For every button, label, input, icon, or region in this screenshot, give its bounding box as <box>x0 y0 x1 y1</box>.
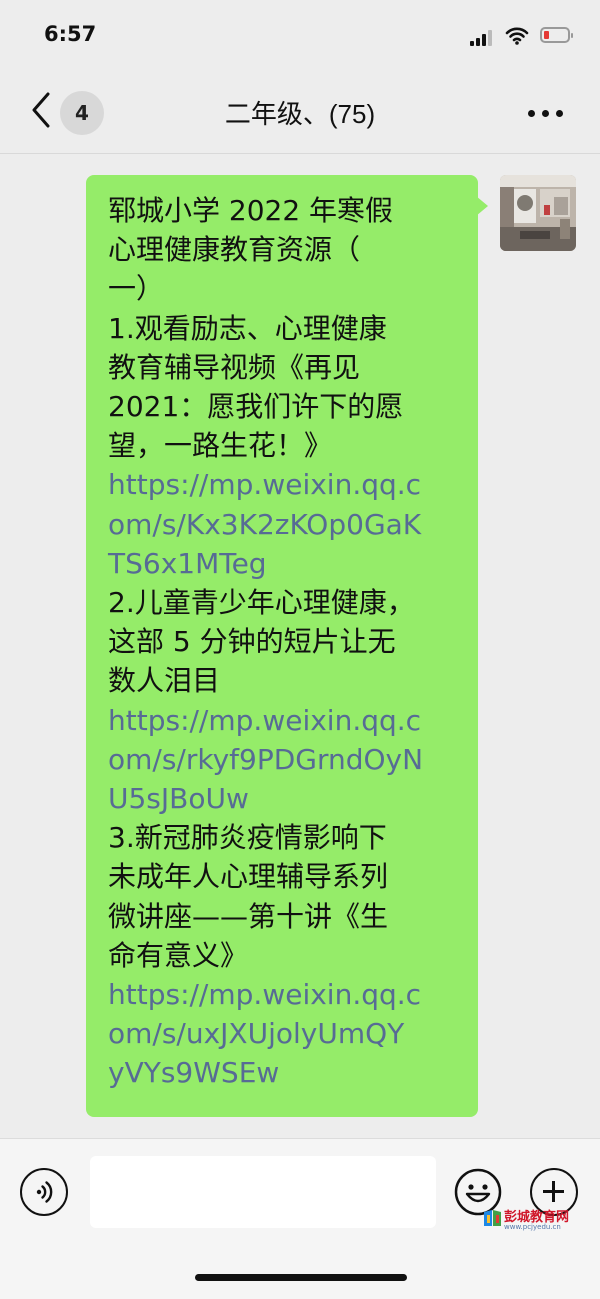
wifi-icon <box>505 26 529 46</box>
message-text-line: 数人泪目 <box>108 664 221 698</box>
book-logo-icon <box>484 1210 501 1226</box>
message-text-line: 命有意义》 <box>108 938 249 972</box>
message-link-line[interactable]: om/s/uxJXUjolyUmQY <box>108 1014 468 1053</box>
voice-icon <box>36 1181 53 1203</box>
cellular-signal-icon <box>470 30 494 46</box>
message-link-line[interactable]: https://mp.weixin.qq.c <box>108 465 468 504</box>
more-options-button[interactable] <box>528 110 564 118</box>
battery-icon <box>540 27 573 43</box>
message-text-line: 未成年人心理辅导系列 <box>108 860 389 894</box>
message-text-line: 这部 5 分钟的短片让无 <box>108 625 396 659</box>
chat-title: 二年级、(75) <box>224 99 376 129</box>
more-dots-icon <box>528 110 535 117</box>
watermark: 彭城教育网 www.pcjyedu.cn <box>482 1206 582 1231</box>
message-bubble[interactable]: 郓城小学 2022 年寒假 心理健康教育资源（ 一） 1.观看励志、心理健康 教育辅导视… <box>86 175 478 1117</box>
avatar-image <box>500 175 576 251</box>
sender-avatar[interactable] <box>500 175 576 251</box>
watermark-url: www.pcjyedu.cn <box>504 1223 561 1231</box>
status-time: 6:57 <box>44 22 97 46</box>
message-text-line: 一） <box>108 272 165 306</box>
message-text-line: 教育辅导视频《再见 <box>108 350 361 384</box>
message-link-line[interactable]: TS6x1MTeg <box>108 544 468 583</box>
message-link-line[interactable]: https://mp.weixin.qq.c <box>108 701 468 740</box>
message-link-line[interactable]: https://mp.weixin.qq.c <box>108 975 468 1014</box>
message-text-line: 3.新冠肺炎疫情影响下 <box>108 821 387 855</box>
message-text-line: 2.儿童青少年心理健康， <box>108 586 415 620</box>
chat-header: 4 二年级、(75) <box>0 70 600 154</box>
message-link-line[interactable]: yVYs9WSEw <box>108 1053 468 1092</box>
message-text-line: 心理健康教育资源（ <box>108 233 361 267</box>
message-text-line: 望，一路生花！》 <box>108 429 333 463</box>
message-link-line[interactable]: U5sJBoUw <box>108 779 468 818</box>
message-link-line[interactable]: om/s/Kx3K2zKOp0GaK <box>108 505 468 544</box>
message-text-line: 2021：愿我们许下的愿 <box>108 390 404 424</box>
status-bar: 6:57 <box>0 0 600 70</box>
message-link-line[interactable]: om/s/rkyf9PDGrndOyN <box>108 740 468 779</box>
message-input[interactable] <box>90 1156 436 1228</box>
home-indicator <box>195 1274 407 1281</box>
message-text-line: 微讲座——第十讲《生 <box>108 899 389 933</box>
message-text-line: 1.观看励志、心理健康 <box>108 311 387 345</box>
message-text-line: 郓城小学 2022 年寒假 <box>108 194 394 227</box>
voice-input-button[interactable] <box>20 1168 68 1216</box>
